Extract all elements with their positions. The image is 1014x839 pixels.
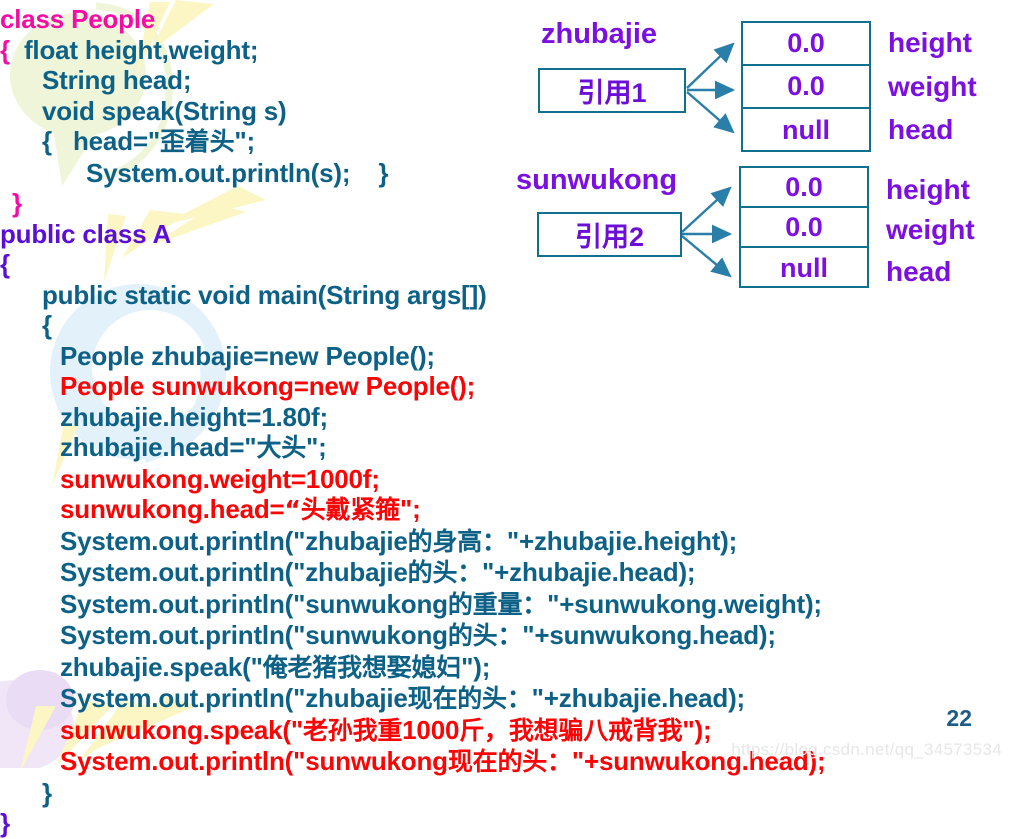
reference-title-sunwukong: sunwukong <box>516 164 678 196</box>
code-line: People zhubajie=new People(); <box>0 341 1014 372</box>
arrow-group-obj1 <box>686 42 736 134</box>
code-text-cjk: “头戴紧箍 <box>284 495 401 524</box>
code-text: sunwukong.head= <box>60 494 285 524</box>
code-line: zhubajie.height=1.80f; <box>0 402 1014 433</box>
object-fields-box-2: 0.0 0.0 null <box>739 166 869 288</box>
code-line: zhubajie.speak("俺老猪我想娶媳妇"); <box>0 652 1014 684</box>
code-text: "+sunwukong.head); <box>522 620 776 650</box>
code-text-cjk: 老孙我重 <box>302 715 403 745</box>
code-line: System.out.println("sunwukong的重量："+sunwu… <box>0 589 1014 621</box>
code-text-cjk: 现在的头： <box>407 684 532 713</box>
code-text-cjk: 的头： <box>447 621 523 650</box>
code-text: zhubajie.speak(" <box>60 651 263 682</box>
code-text: System.out.println("sunwukong <box>60 620 448 650</box>
code-text: "); <box>682 714 712 745</box>
code-line: System.out.println("zhubajie的头："+zhubaji… <box>0 557 1014 589</box>
code-line: sunwukong.head=“头戴紧箍"; <box>0 494 1014 526</box>
reference-title-zhubajie: zhubajie <box>541 18 658 50</box>
object-field-value: null <box>780 252 828 283</box>
reference-box-2: 引用2 <box>537 212 682 257</box>
code-text: People zhubajie=new People(); <box>60 340 435 371</box>
code-text: System.out.println("sunwukong <box>60 588 448 619</box>
code-text: "; <box>399 494 421 524</box>
object-field-value: null <box>782 115 830 145</box>
code-text: } <box>42 777 52 808</box>
object-field-value: 0.0 <box>743 66 869 109</box>
page-number: 22 <box>946 705 972 731</box>
field-label-head: head <box>888 114 954 145</box>
code-text-cjk: 大头 <box>256 433 307 462</box>
code-text-cjk: 的重量： <box>447 589 548 619</box>
code-text: sunwukong.speak(" <box>60 714 303 745</box>
code-text: "+zhubajie.height); <box>506 525 738 556</box>
code-text: sunwukong.weight=1000f; <box>60 463 380 494</box>
code-line: } <box>0 808 1014 839</box>
code-text: zhubajie.height=1.80f; <box>60 401 328 432</box>
code-line: { <box>0 310 1014 341</box>
field-label-weight: weight <box>886 214 975 245</box>
code-text: 1000 <box>402 714 460 745</box>
object-field-value: 0.0 <box>743 23 869 66</box>
code-text: "+zhubajie.head); <box>531 683 746 713</box>
code-text-cjk: 的身高： <box>407 526 507 556</box>
field-label-weight: weight <box>888 71 977 102</box>
object-reference-diagram: zhubajie 引用1 0.0 0.0 null height weight … <box>0 0 1014 310</box>
reference-box-1: 引用1 <box>538 68 686 113</box>
object-fields-box-1: 0.0 0.0 null <box>741 21 871 152</box>
code-text: "+sunwukong.weight); <box>547 588 822 619</box>
code-line: zhubajie.head="大头"; <box>0 432 1014 464</box>
code-text: zhubajie.head=" <box>60 432 257 462</box>
code-text: } <box>0 808 10 838</box>
object-field-value: 0.0 <box>741 208 867 248</box>
field-label-height: height <box>886 174 970 205</box>
code-text: System.out.println("zhubajie <box>60 557 408 587</box>
code-line: } <box>0 778 1014 809</box>
code-line: sunwukong.weight=1000f; <box>0 464 1014 495</box>
code-line: People sunwukong=new People(); <box>0 371 1014 402</box>
code-text: { <box>42 310 52 340</box>
watermark: https://blog.csdn.net/qq_34573534 <box>731 740 1002 759</box>
object-field-value: 0.0 <box>741 168 867 208</box>
code-text: "; <box>306 432 327 462</box>
code-line: System.out.println("zhubajie现在的头："+zhuba… <box>0 683 1014 715</box>
code-text: System.out.println("sunwukong <box>60 746 448 776</box>
code-text-cjk: 俺老猪我想娶媳妇 <box>262 652 462 682</box>
arrow-group-obj2 <box>681 186 733 278</box>
code-text: System.out.println("zhubajie <box>60 683 408 713</box>
field-label-head: head <box>886 256 952 287</box>
code-text: People sunwukong=new People(); <box>60 371 476 401</box>
code-text: System.out.println("zhubajie <box>60 525 408 556</box>
code-text-cjk: 斤，我想骗八戒背我 <box>459 715 683 745</box>
code-line: System.out.println("zhubajie的身高："+zhubaj… <box>0 526 1014 558</box>
code-text: "+zhubajie.head); <box>482 557 696 587</box>
field-label-height: height <box>888 27 972 58</box>
code-line: System.out.println("sunwukong的头："+sunwuk… <box>0 620 1014 652</box>
code-text: "); <box>461 651 491 682</box>
code-text-cjk: 的头： <box>407 558 483 587</box>
code-text-cjk: 现在的头： <box>447 747 572 776</box>
